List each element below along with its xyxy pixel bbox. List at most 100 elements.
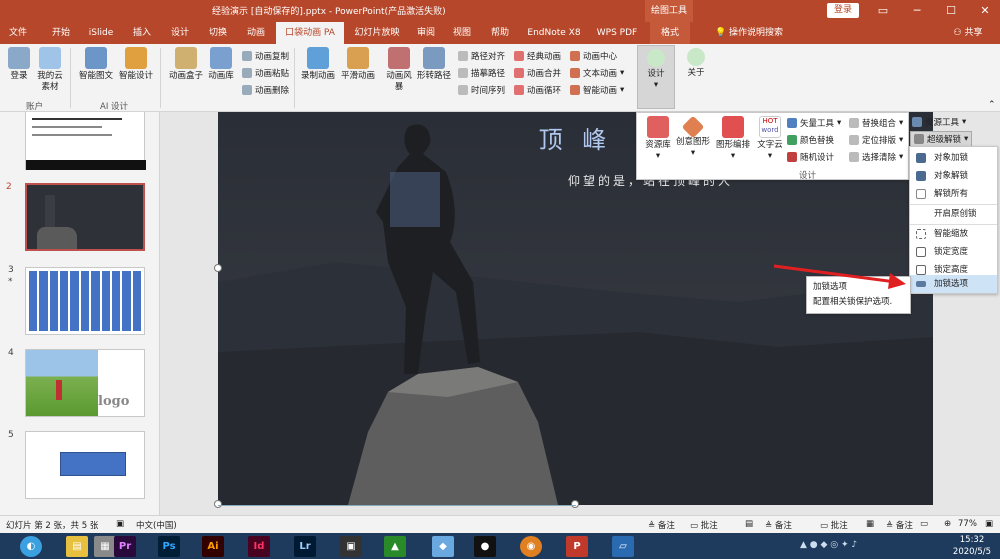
creative-shape-button[interactable]: 创意图形 ▾ bbox=[673, 115, 713, 159]
smart-text-button[interactable]: 智能图文 bbox=[76, 47, 116, 82]
zoom-icon[interactable]: ⊕ bbox=[944, 519, 951, 529]
cloud-materials-button[interactable]: 我的云素材 bbox=[34, 47, 66, 93]
menu-item-lock-options[interactable]: 加锁选项 bbox=[910, 275, 997, 293]
notes-button[interactable]: ≜ 备注 bbox=[648, 519, 675, 531]
app-icon[interactable]: ▱ bbox=[612, 536, 634, 557]
app-icon[interactable]: ◆ bbox=[432, 536, 454, 557]
classic-anim-button[interactable]: 经典动画 bbox=[514, 50, 561, 62]
resource-lib-button[interactable]: 资源库 ▾ bbox=[641, 116, 675, 162]
fit-slide-icon[interactable]: ▣ bbox=[985, 519, 993, 529]
maximize-icon[interactable]: ☐ bbox=[940, 2, 962, 20]
normal-view-icon[interactable]: ▤ bbox=[745, 519, 753, 529]
anim-box-button[interactable]: 动画盒子 bbox=[166, 47, 206, 82]
premiere-icon[interactable]: Pr bbox=[114, 536, 136, 557]
slide-thumb-3[interactable] bbox=[25, 267, 145, 335]
vector-tools-button[interactable]: 矢量工具 ▾ bbox=[787, 117, 841, 129]
record-anim-button[interactable]: 录制动画 bbox=[298, 47, 338, 82]
file-explorer-icon[interactable]: ▤ bbox=[66, 536, 88, 557]
photoshop-icon[interactable]: Ps bbox=[158, 536, 180, 557]
path-align-button[interactable]: 路径对齐 bbox=[458, 50, 505, 62]
random-design-button[interactable]: 随机设计 bbox=[787, 151, 834, 163]
smart-design-button[interactable]: 智能设计 bbox=[116, 47, 156, 82]
tab-transitions[interactable]: 切换 bbox=[204, 22, 232, 44]
illustrator-icon[interactable]: Ai bbox=[202, 536, 224, 557]
tab-home[interactable]: 开始 bbox=[46, 22, 76, 44]
powerpoint-icon[interactable]: P bbox=[566, 536, 588, 557]
login-button[interactable]: 登录 bbox=[827, 3, 859, 18]
select-clear-button[interactable]: 选择清除 ▾ bbox=[849, 151, 903, 163]
lightroom-icon[interactable]: Lr bbox=[294, 536, 316, 557]
selection-handle[interactable] bbox=[214, 500, 222, 508]
menu-item-smart-scale[interactable]: 智能缩放 bbox=[910, 225, 997, 243]
tab-animations[interactable]: 动画 bbox=[242, 22, 270, 44]
share-button[interactable]: ⚇ 共享 bbox=[946, 22, 990, 44]
tab-design[interactable]: 设计 bbox=[166, 22, 194, 44]
app-icon[interactable]: ▦ bbox=[94, 536, 116, 557]
comments-button-3[interactable]: ▭ bbox=[920, 519, 928, 529]
tab-insert[interactable]: 插入 bbox=[128, 22, 156, 44]
comments-button-2[interactable]: ▭ 批注 bbox=[820, 519, 848, 531]
tab-format[interactable]: 格式 bbox=[650, 22, 690, 44]
super-unlock-button[interactable]: 超级解锁 ▾ bbox=[910, 131, 973, 147]
slide-thumb-4[interactable]: logo bbox=[25, 349, 145, 417]
menu-item-unlock-object[interactable]: 对象解锁 bbox=[910, 167, 997, 185]
slide-thumb-2[interactable] bbox=[25, 183, 145, 251]
selection-handle[interactable] bbox=[571, 500, 579, 508]
slide-thumb-1[interactable] bbox=[25, 112, 146, 170]
tab-file[interactable]: 文件 bbox=[4, 22, 32, 44]
app-icon[interactable]: ◉ bbox=[520, 536, 542, 557]
text-anim-button[interactable]: 文本动画 ▾ bbox=[570, 67, 624, 79]
replace-group-button[interactable]: 替换组合 ▾ bbox=[849, 117, 903, 129]
anim-center-button[interactable]: 动画中心 bbox=[570, 50, 617, 62]
word-cloud-button[interactable]: HOT word 文字云 ▾ bbox=[753, 116, 787, 162]
position-layout-button[interactable]: 定位排版 ▾ bbox=[849, 134, 903, 146]
comments-button[interactable]: ▭ 批注 bbox=[690, 519, 718, 531]
qq-icon[interactable]: ● bbox=[474, 536, 496, 557]
clock[interactable]: 15:32 2020/5/5 bbox=[948, 534, 996, 558]
smart-anim-button[interactable]: 智能动画 ▾ bbox=[570, 84, 624, 96]
trace-path-button[interactable]: 描摹路径 bbox=[458, 67, 505, 79]
tab-wps-pdf[interactable]: WPS PDF bbox=[594, 22, 640, 44]
anim-merge-button[interactable]: 动画合并 bbox=[514, 67, 561, 79]
color-replace-button[interactable]: 颜色替换 bbox=[787, 134, 834, 146]
system-tray-icons[interactable]: ▲ ● ◆ ◎ ✦ ♪ bbox=[800, 540, 900, 552]
video-icon[interactable]: ▣ bbox=[340, 536, 362, 557]
shape-path-button[interactable]: 形转路径 bbox=[414, 47, 454, 82]
anim-paste-button[interactable]: 动画粘贴 bbox=[242, 67, 289, 79]
anim-copy-button[interactable]: 动画复制 bbox=[242, 50, 289, 62]
tab-islide[interactable]: iSlide bbox=[86, 22, 116, 44]
menu-item-lock-width[interactable]: 锁定宽度 bbox=[910, 243, 997, 261]
language-indicator[interactable]: 中文(中国) bbox=[136, 519, 177, 531]
menu-item-lock-object[interactable]: 对象加锁 bbox=[910, 149, 997, 167]
login-ribbon-button[interactable]: 登录 bbox=[6, 47, 32, 82]
timeline-button[interactable]: 时间序列 bbox=[458, 84, 505, 96]
shape-layout-button[interactable]: 图形编排 ▾ bbox=[713, 116, 753, 162]
resource-tools-button[interactable]: 资源工具 ▾ bbox=[912, 116, 966, 128]
collapse-ribbon-icon[interactable]: ⌃ bbox=[988, 100, 996, 110]
anim-loop-button[interactable]: 动画循环 bbox=[514, 84, 561, 96]
anim-style-button[interactable]: 动画风暴 bbox=[384, 47, 414, 93]
menu-item-original-lock[interactable]: 开启原创锁 bbox=[910, 205, 997, 223]
spellcheck-icon[interactable]: ▣ bbox=[116, 519, 124, 529]
close-icon[interactable]: ✕ bbox=[974, 2, 996, 20]
anim-lib-button[interactable]: 动画库 bbox=[204, 47, 238, 82]
start-icon[interactable]: ◐ bbox=[20, 536, 42, 557]
menu-item-unlock-all[interactable]: 解锁所有 bbox=[910, 185, 997, 203]
slide-sorter-icon[interactable]: ▦ bbox=[866, 519, 874, 529]
notes-button-3[interactable]: ≜ 备注 bbox=[886, 519, 913, 531]
tell-me-search[interactable]: 💡 操作说明搜索 bbox=[706, 22, 792, 44]
design-dropdown-button[interactable]: 设计 ▾ bbox=[637, 45, 675, 109]
about-button[interactable]: 关于 bbox=[680, 45, 712, 79]
smooth-anim-button[interactable]: 平滑动画 bbox=[338, 47, 378, 82]
tab-endnote[interactable]: EndNote X8 bbox=[524, 22, 584, 44]
tab-help[interactable]: 帮助 bbox=[486, 22, 514, 44]
slide-thumb-5[interactable] bbox=[25, 431, 145, 499]
tab-view[interactable]: 视图 bbox=[448, 22, 476, 44]
anim-delete-button[interactable]: 动画删除 bbox=[242, 84, 289, 96]
tab-slideshow[interactable]: 幻灯片放映 bbox=[350, 22, 404, 44]
selection-handle[interactable] bbox=[214, 264, 222, 272]
tab-review[interactable]: 审阅 bbox=[412, 22, 440, 44]
tab-pocket-animation[interactable]: 口袋动画 PA bbox=[276, 22, 344, 44]
restore-icon[interactable]: ▭ bbox=[872, 2, 894, 20]
zoom-level[interactable]: 77% bbox=[958, 519, 977, 529]
